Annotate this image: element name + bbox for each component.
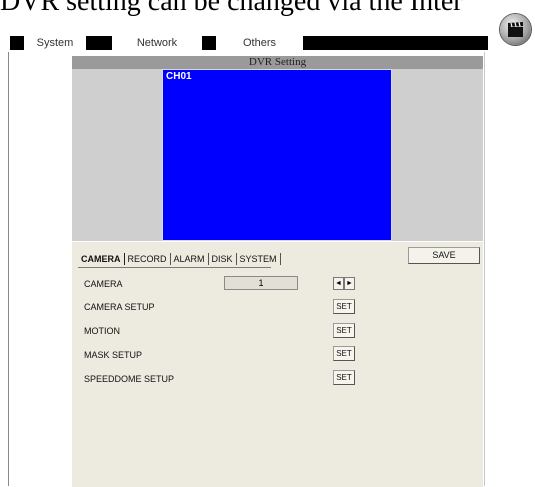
tab-system[interactable]: System <box>24 36 86 50</box>
settings-tabbar: CAMERA RECORD ALARM DISK SYSTEM <box>78 253 281 265</box>
camera-arrows: ◄ ► <box>333 277 355 290</box>
camera-number-field[interactable]: 1 <box>224 276 298 290</box>
clapperboard-glyph <box>508 22 523 37</box>
frame-left-border <box>8 52 9 486</box>
settings-tab-alarm[interactable]: ALARM <box>171 253 209 265</box>
camera-setup-set-button[interactable]: SET <box>333 299 355 314</box>
motion-label: MOTION <box>84 326 120 336</box>
panel-title: DVR Setting <box>72 56 483 69</box>
tab-network[interactable]: Network <box>112 36 202 50</box>
motion-set-button[interactable]: SET <box>333 323 355 338</box>
save-button[interactable]: SAVE <box>408 247 480 264</box>
camera-next-button[interactable]: ► <box>344 277 355 290</box>
page-caption: DVR setting can be changed via the Inter <box>0 0 463 17</box>
settings-tab-record[interactable]: RECORD <box>125 253 171 265</box>
speeddome-setup-set-button[interactable]: SET <box>333 370 355 385</box>
camera-prev-button[interactable]: ◄ <box>333 277 344 290</box>
tab-others[interactable]: Others <box>216 36 303 50</box>
settings-tab-disk[interactable]: DISK <box>209 253 237 265</box>
mask-setup-set-button[interactable]: SET <box>333 346 355 361</box>
settings-tab-system[interactable]: SYSTEM <box>237 253 281 265</box>
tab-underline <box>78 267 271 268</box>
settings-tab-camera[interactable]: CAMERA <box>78 253 125 265</box>
settings-area: CAMERA RECORD ALARM DISK SYSTEM SAVE CAMERA … <box>72 241 483 487</box>
speeddome-setup-label: SPEEDDOME SETUP <box>84 374 175 384</box>
dvr-setting-panel: DVR Setting CH01 CAMERA RECORD ALARM DISK SY… <box>72 56 483 487</box>
frame-right-border <box>484 52 485 486</box>
camera-setup-label: CAMERA SETUP <box>84 302 155 312</box>
mask-setup-label: MASK SETUP <box>84 350 143 360</box>
clapperboard-icon[interactable] <box>500 14 531 45</box>
channel-label: CH01 <box>166 71 192 82</box>
video-preview[interactable]: CH01 <box>162 69 392 241</box>
camera-label: CAMERA <box>84 279 123 289</box>
